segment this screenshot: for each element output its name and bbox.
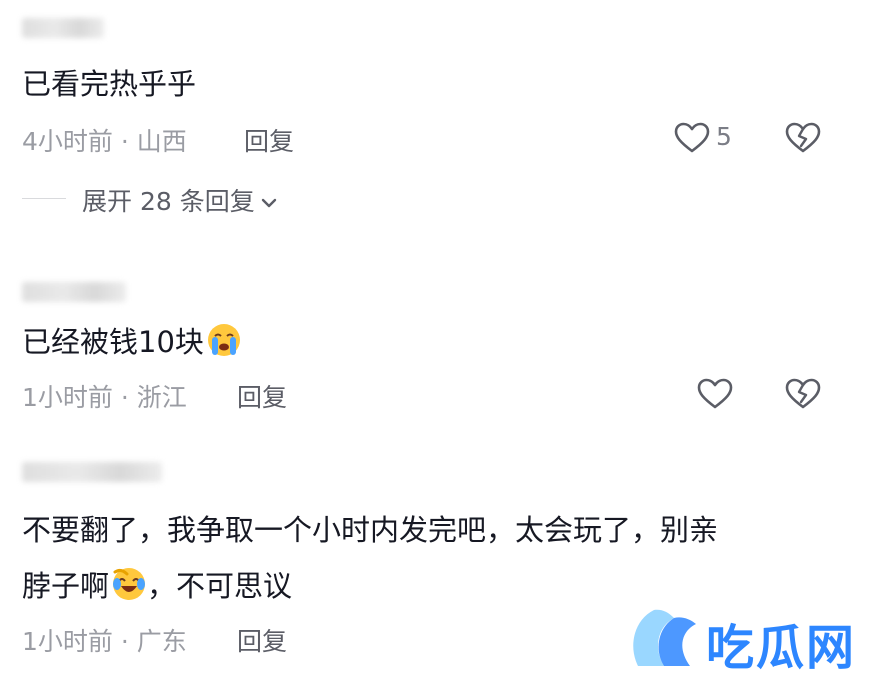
- comment-time-location: 4小时前 · 山西: [22, 127, 187, 156]
- divider-line: [22, 198, 66, 199]
- broken-heart-icon[interactable]: [783, 374, 823, 414]
- username-blurred[interactable]: [22, 462, 162, 482]
- reply-button[interactable]: 回复: [237, 622, 287, 658]
- comment-text: ，不可思议: [147, 569, 293, 603]
- heart-outline-icon[interactable]: [672, 118, 712, 158]
- comment-time-location: 1小时前 · 广东: [22, 627, 187, 656]
- comment-content: 已看完热乎乎: [22, 67, 197, 101]
- comment-content: 已经被钱10块: [22, 322, 242, 360]
- username-blurred[interactable]: [22, 18, 104, 38]
- chevron-down-icon: [261, 198, 276, 208]
- comment-time-location: 1小时前 · 浙江: [22, 383, 187, 412]
- laughing-crying-face-emoji: [113, 568, 146, 600]
- broken-heart-icon[interactable]: [783, 118, 823, 158]
- watermark-logo-icon: [633, 609, 696, 666]
- site-watermark: 吃瓜网: [624, 606, 876, 676]
- comment-content-line-2: 脖子啊 ，不可思议: [22, 566, 292, 604]
- username-blurred[interactable]: [22, 282, 126, 302]
- expand-replies-label: 展开 28 条回复: [82, 187, 255, 216]
- comment-content-line-1: 不要翻了，我争取一个小时内发完吧，太会玩了，别亲: [22, 513, 719, 547]
- watermark-text: 吃瓜网: [706, 620, 857, 676]
- crying-face-emoji: [207, 324, 240, 356]
- heart-outline-icon[interactable]: [695, 374, 735, 414]
- reply-button[interactable]: 回复: [244, 122, 294, 158]
- comment-text: 已经被钱10块: [22, 325, 204, 359]
- expand-replies-button[interactable]: 展开 28 条回复: [82, 182, 277, 218]
- reply-button[interactable]: 回复: [237, 378, 287, 414]
- like-count: 5: [716, 122, 732, 151]
- comment-text: 脖子啊: [22, 569, 110, 603]
